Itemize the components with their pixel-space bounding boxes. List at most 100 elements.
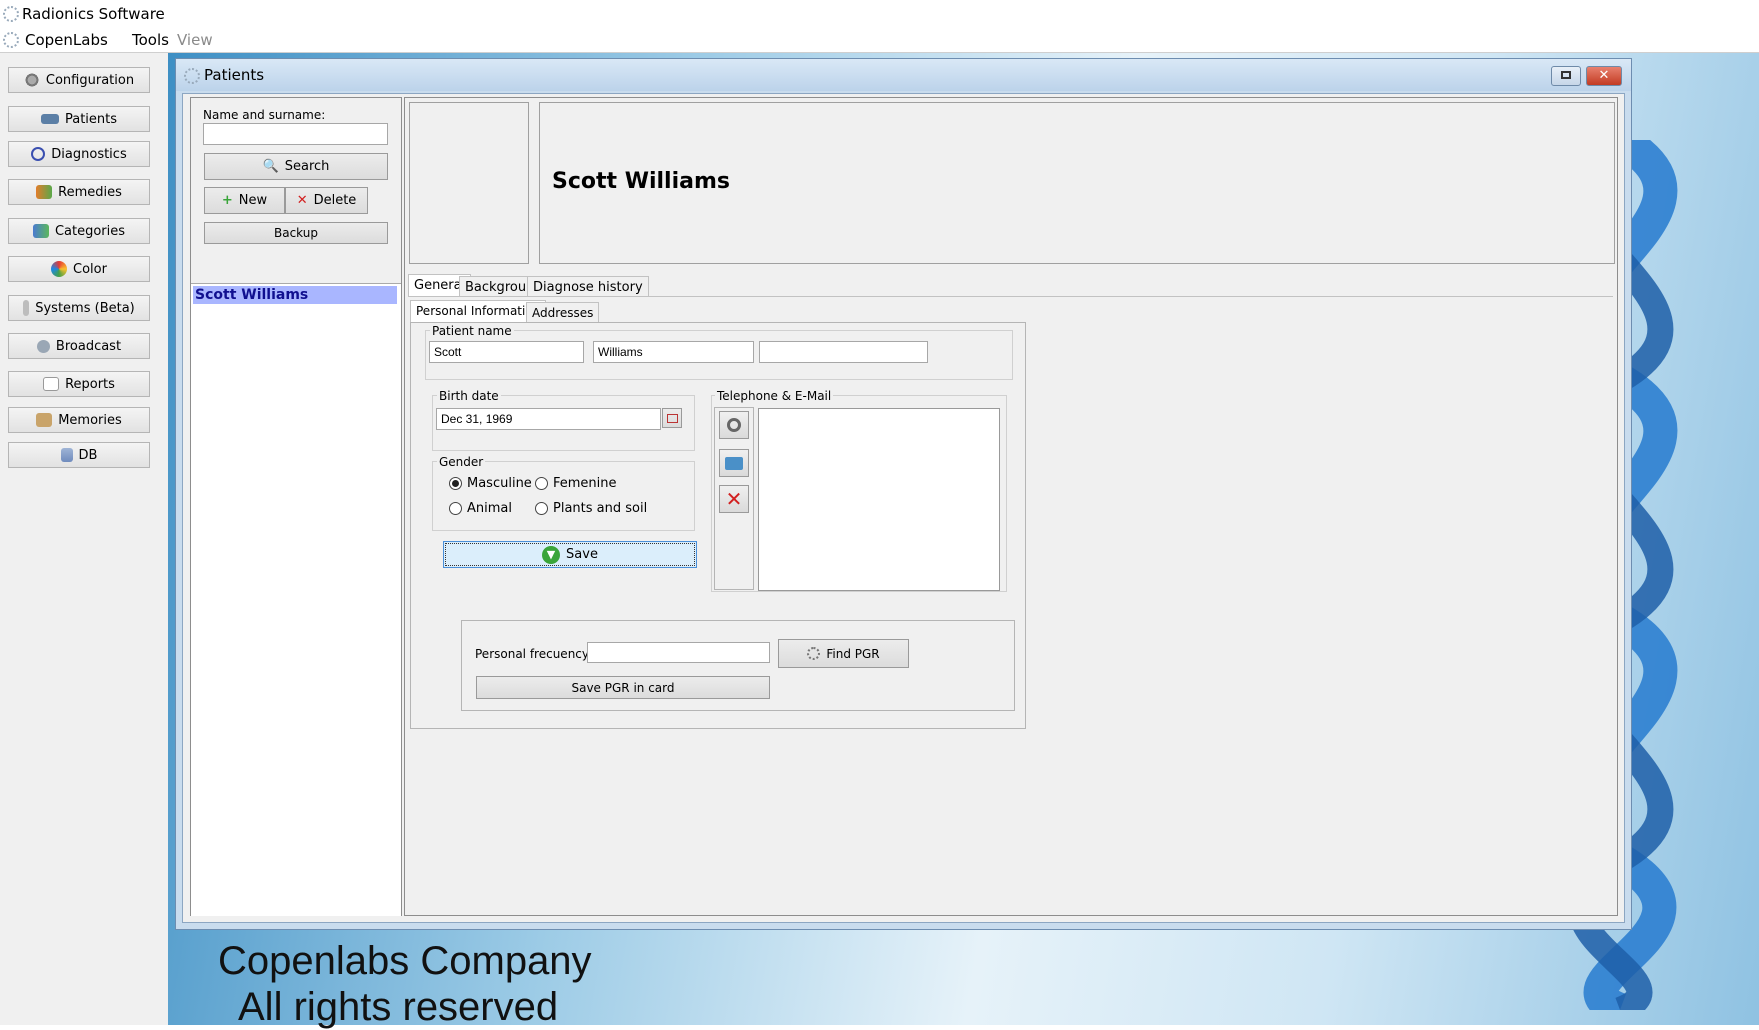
list-item[interactable]: Scott Williams — [193, 286, 397, 304]
remedies-icon — [36, 185, 53, 199]
birth-date-label: Birth date — [437, 389, 501, 403]
sidebar-item-label: DB — [78, 447, 98, 463]
patients-icon — [40, 114, 59, 124]
gender-plants-radio[interactable]: Plants and soil — [535, 501, 647, 516]
add-card-icon — [725, 456, 743, 470]
radio-icon — [535, 477, 548, 490]
first-name-field[interactable] — [429, 341, 584, 363]
sidebar-item-configuration[interactable]: Configuration — [8, 67, 150, 93]
tab-diagnose-history[interactable]: Diagnose history — [527, 276, 649, 296]
radio-icon — [449, 502, 462, 515]
close-icon: ✕ — [1598, 68, 1610, 83]
sidebar-item-label: Broadcast — [55, 338, 122, 354]
gender-femenine-radio[interactable]: Femenine — [535, 476, 617, 491]
menu-view[interactable]: View — [177, 31, 213, 49]
delete-contact-button[interactable]: ✕ — [719, 485, 749, 513]
name-search-input[interactable] — [203, 123, 388, 145]
name-surname-label: Name and surname: — [203, 108, 326, 122]
patient-name-label: Patient name — [430, 324, 514, 338]
patient-name-heading: Scott Williams — [552, 169, 730, 194]
radio-icon — [535, 502, 548, 515]
new-patient-button[interactable]: + New — [204, 187, 285, 214]
delete-button-label: Delete — [313, 193, 357, 208]
window-title-bar: Patients ✕ — [176, 59, 1631, 91]
contact-list[interactable] — [758, 408, 1000, 591]
backup-button[interactable]: Backup — [204, 222, 388, 244]
add-contact-button[interactable] — [719, 449, 749, 477]
calendar-button[interactable] — [662, 408, 682, 428]
last-name-field[interactable] — [593, 341, 754, 363]
gear-icon — [23, 73, 40, 87]
save-button-label: Save — [566, 547, 598, 562]
magnifier-icon: 🔍 — [262, 159, 279, 174]
sidebar-item-reports[interactable]: Reports — [8, 371, 150, 397]
gender-group — [432, 461, 695, 531]
sidebar-item-label: Categories — [54, 223, 126, 239]
search-button[interactable]: 🔍 Search — [204, 153, 388, 180]
menu-copenlabs[interactable]: CopenLabs — [25, 31, 108, 49]
patient-header: Scott Williams — [539, 102, 1615, 264]
company-name: Copenlabs Company — [218, 939, 592, 983]
gender-animal-radio[interactable]: Animal — [449, 501, 512, 516]
main-sidebar: Configuration Patients Diagnostics Remed… — [0, 53, 168, 1025]
sidebar-item-label: Color — [73, 261, 107, 277]
tab-divider — [408, 296, 1613, 297]
contact-toolbar: ✕ — [714, 407, 754, 590]
sidebar-item-label: Patients — [64, 111, 118, 127]
sidebar-item-label: Remedies — [58, 184, 122, 200]
app-title: Radionics Software — [22, 5, 165, 23]
sidebar-item-remedies[interactable]: Remedies — [8, 179, 150, 205]
sidebar-item-label: Configuration — [45, 72, 135, 88]
tab-addresses[interactable]: Addresses — [526, 302, 600, 322]
app-title-bar: Radionics Software — [0, 0, 1759, 26]
sidebar-item-broadcast[interactable]: Broadcast — [8, 333, 150, 359]
delete-patient-button[interactable]: ✕ Delete — [285, 187, 368, 214]
birth-date-field[interactable] — [436, 408, 661, 430]
reports-icon — [43, 377, 60, 391]
categories-icon — [32, 224, 49, 238]
personal-frequency-label: Personal frecuency — [475, 647, 589, 661]
radio-selected-icon — [449, 477, 462, 490]
refresh-icon — [727, 418, 741, 432]
find-pgr-label: Find PGR — [826, 646, 880, 661]
gender-masculine-radio[interactable]: Masculine — [449, 476, 532, 491]
sidebar-item-memories[interactable]: Memories — [8, 407, 150, 433]
delete-x-icon: ✕ — [725, 487, 743, 511]
find-pgr-button[interactable]: Find PGR — [778, 639, 909, 668]
new-button-label: New — [238, 193, 268, 208]
calendar-icon — [666, 413, 678, 423]
sidebar-item-label: Reports — [65, 376, 115, 392]
maximize-icon — [1561, 71, 1571, 79]
refresh-contact-button[interactable] — [719, 411, 749, 439]
sidebar-item-patients[interactable]: Patients — [8, 106, 150, 132]
app-logo-icon — [3, 6, 19, 22]
database-icon — [60, 448, 73, 462]
body-icon — [23, 300, 30, 316]
copenlabs-icon — [3, 32, 19, 48]
radio-label: Femenine — [553, 476, 617, 491]
extra-name-field[interactable] — [759, 341, 928, 363]
maximize-button[interactable] — [1551, 66, 1581, 86]
radio-label: Plants and soil — [553, 501, 648, 516]
patients-window: Patients ✕ Name and surname: 🔍 Search + … — [175, 58, 1632, 930]
sidebar-item-color[interactable]: Color — [8, 256, 150, 282]
patient-search-panel: Name and surname: 🔍 Search + New ✕ Delet… — [190, 97, 402, 916]
gender-label: Gender — [437, 455, 486, 469]
sidebar-item-db[interactable]: DB — [8, 442, 150, 468]
save-check-icon: ▼ — [542, 545, 561, 564]
patient-photo[interactable] — [409, 102, 529, 264]
contact-label: Telephone & E-Mail — [715, 389, 834, 403]
menu-tools[interactable]: Tools — [132, 31, 169, 49]
sidebar-item-categories[interactable]: Categories — [8, 218, 150, 244]
clipboard-icon — [36, 413, 53, 427]
personal-frequency-field[interactable] — [587, 642, 770, 663]
save-button[interactable]: ▼ Save — [443, 541, 697, 568]
save-pgr-label: Save PGR in card — [571, 680, 675, 695]
save-pgr-button[interactable]: Save PGR in card — [476, 676, 770, 699]
sidebar-item-systems[interactable]: Systems (Beta) — [8, 295, 150, 321]
sidebar-item-label: Systems (Beta) — [35, 300, 135, 316]
sidebar-item-diagnostics[interactable]: Diagnostics — [8, 141, 150, 167]
target-icon — [31, 147, 46, 161]
personal-info-form: Patient name Birth date Gender Masculine — [410, 322, 1026, 729]
close-button[interactable]: ✕ — [1586, 66, 1622, 86]
